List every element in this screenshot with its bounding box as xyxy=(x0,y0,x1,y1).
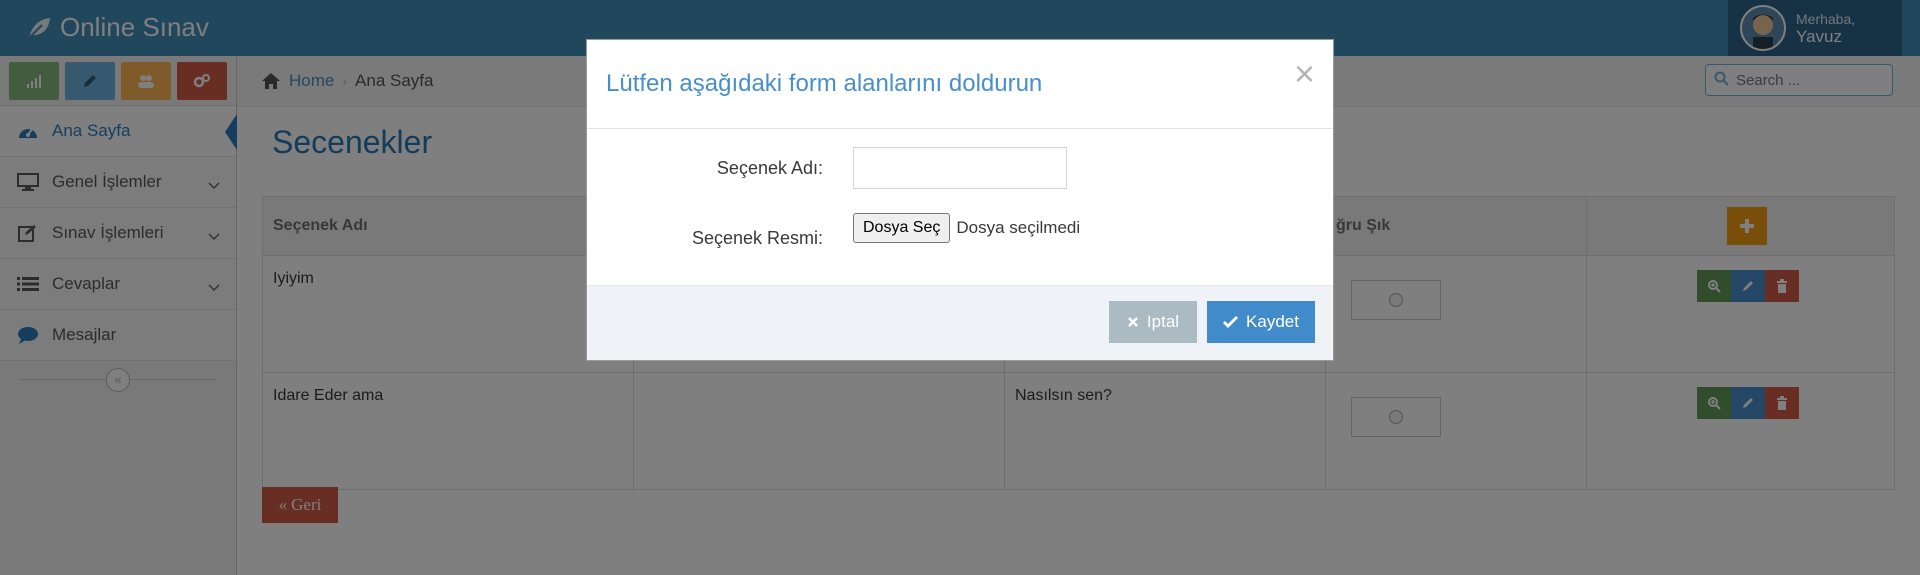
option-name-row: Seçenek Adı: xyxy=(587,147,1067,189)
close-icon xyxy=(1128,317,1138,327)
cancel-button-label: Iptal xyxy=(1146,312,1180,331)
add-option-modal: Lütfen aşağıdaki form alanlarını dolduru… xyxy=(586,39,1334,361)
cancel-button[interactable]: Iptal xyxy=(1109,301,1197,343)
option-image-label: Seçenek Resmi: xyxy=(691,228,823,248)
modal-body: Seçenek Adı: Seçenek Resmi: Dosya Seç Do… xyxy=(587,129,1333,288)
option-image-row: Seçenek Resmi: Dosya Seç Dosya seçilmedi xyxy=(587,210,1080,249)
check-icon xyxy=(1223,316,1239,328)
modal-footer: Iptal Kaydet xyxy=(587,285,1333,360)
option-name-input[interactable] xyxy=(853,147,1067,189)
close-icon[interactable]: × xyxy=(1294,56,1315,92)
modal-title: Lütfen aşağıdaki form alanlarını dolduru… xyxy=(606,70,1043,97)
choose-file-button[interactable]: Dosya Seç xyxy=(853,212,951,243)
option-name-label: Seçenek Adı: xyxy=(716,157,823,178)
save-button-label: Kaydet xyxy=(1246,312,1299,331)
file-status: Dosya seçilmedi xyxy=(956,217,1081,237)
save-button[interactable]: Kaydet xyxy=(1207,301,1315,343)
modal-header: Lütfen aşağıdaki form alanlarını dolduru… xyxy=(587,40,1333,129)
